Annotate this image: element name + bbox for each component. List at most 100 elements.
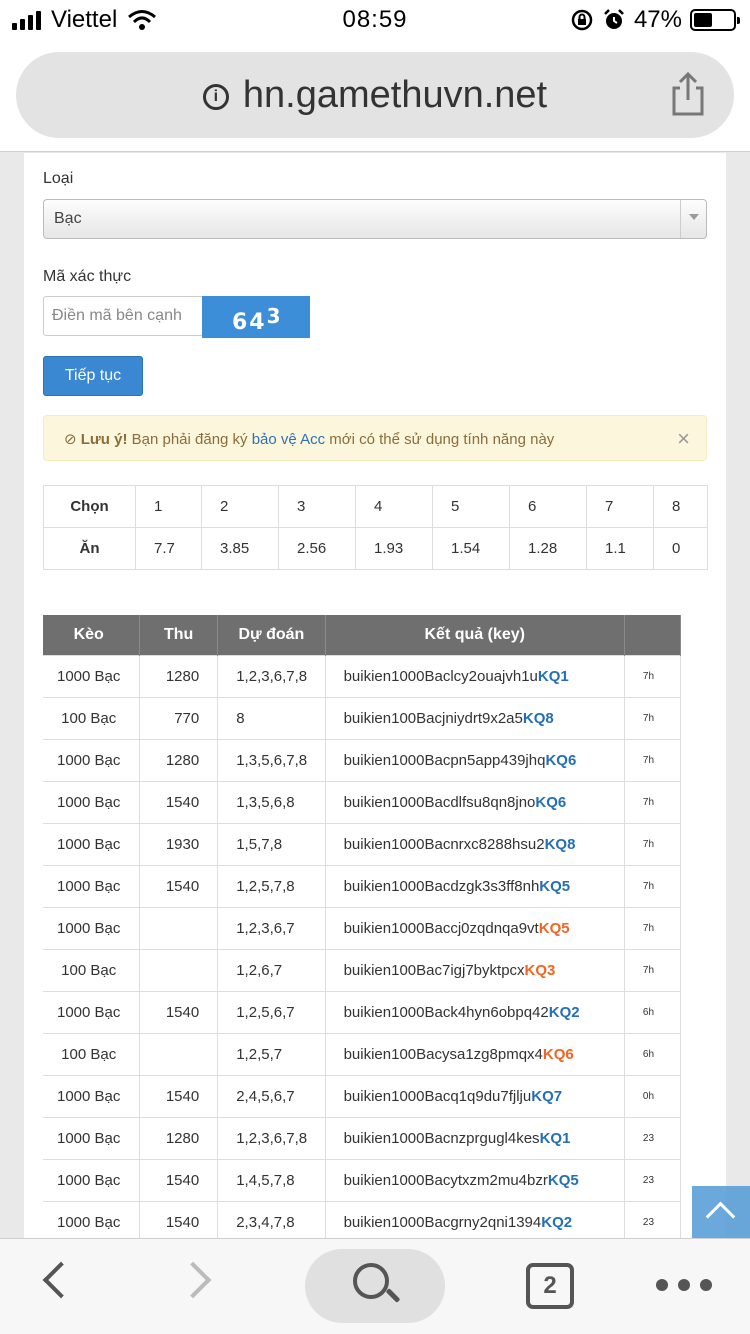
odds-choice[interactable]: 2 <box>201 485 279 528</box>
odds-choice[interactable]: 1 <box>135 485 202 528</box>
odds-row-choose: Chọn 1 2 3 4 5 6 7 8 <box>43 485 708 528</box>
cell-ket-qua: buikien100Bacjniydrt9x2a5KQ8 <box>324 696 625 740</box>
cell-time: 0h <box>623 1074 682 1118</box>
cell-ket-qua: buikien100Bac7igj7byktpcxKQ3 <box>324 948 625 992</box>
result-kq: KQ2 <box>548 1003 580 1021</box>
history-row: 51000 Bạc12801,2,3,6,7,8buikien1000Bacnz… <box>43 1116 682 1160</box>
alert-text-2: mới có thể sử dụng tính năng này <box>325 431 555 448</box>
history-row: 3100 Bạc1,2,6,7buikien100Bac7igj7byktpcx… <box>43 948 682 992</box>
cell-thu: 1540 <box>139 990 219 1034</box>
history-row: 2100 Bạc7708buikien100Bacjniydrt9x2a5KQ8… <box>43 696 682 740</box>
cell-du-doan: 1,2,5,7 <box>217 1032 326 1076</box>
col-time <box>624 615 682 655</box>
odds-choice[interactable]: 3 <box>278 485 356 528</box>
result-key: buikien1000Bacdzgk3s3ff8nh <box>343 877 540 895</box>
close-icon[interactable]: × <box>677 426 690 452</box>
type-select[interactable]: Bạc <box>43 199 707 239</box>
cell-ket-qua: buikien1000Bacq1q9du7fjljuKQ7 <box>324 1074 625 1118</box>
chevron-down-icon <box>680 200 706 238</box>
cell-keo: 100 Bạc <box>43 948 141 992</box>
result-key: buikien1000Bacytxzm2mu4bzr <box>343 1171 548 1189</box>
result-key: buikien100Bac7igj7byktpcx <box>343 961 525 979</box>
history-row: 5100 Bạc1,2,5,7buikien100Bacysa1zg8pmqx4… <box>43 1032 682 1076</box>
captcha-label: Mã xác thực <box>43 268 132 285</box>
cell-ket-qua: buikien1000Back4hyn6obpq42KQ2 <box>324 990 625 1034</box>
protect-acc-link[interactable]: bảo vệ Acc <box>252 431 325 448</box>
odds-choice[interactable]: 8 <box>653 485 708 528</box>
captcha-code: 64 <box>232 310 267 335</box>
odds-table: Chọn 1 2 3 4 5 6 7 8 Ăn 7.7 3.85 2.56 1.… <box>43 485 708 570</box>
captcha-input[interactable] <box>43 296 203 336</box>
cell-keo: 1000 Bạc <box>43 1158 141 1202</box>
result-key: buikien100Bacysa1zg8pmqx4 <box>343 1045 543 1063</box>
cell-ket-qua: buikien1000Bacnrxc8288hsu2KQ8 <box>324 822 625 866</box>
more-icon[interactable] <box>656 1279 712 1291</box>
odds-payout: 1.28 <box>509 527 587 570</box>
tabs-button[interactable]: 2 <box>526 1263 574 1309</box>
cell-thu: 1540 <box>139 1158 219 1202</box>
cell-keo: 1000 Bạc <box>43 1116 141 1160</box>
address-bar[interactable]: i hn.gamethuvn.net <box>16 52 734 138</box>
cell-keo: 1000 Bạc <box>43 822 141 866</box>
cell-thu: 770 <box>139 696 219 740</box>
cell-du-doan: 2,4,5,6,7 <box>217 1074 326 1118</box>
orientation-lock-icon <box>571 9 593 31</box>
history-row: 31000 Bạc15401,3,5,6,8buikien1000Bacdlfs… <box>43 780 682 824</box>
result-kq: KQ7 <box>531 1087 563 1105</box>
cell-keo: 1000 Bạc <box>43 738 141 782</box>
result-kq: KQ1 <box>537 667 569 685</box>
back-icon[interactable] <box>42 1261 80 1299</box>
odds-payout: 2.56 <box>278 527 356 570</box>
cell-keo: 1000 Bạc <box>43 654 141 698</box>
odds-choice[interactable]: 5 <box>432 485 510 528</box>
search-icon-handle <box>385 1288 401 1303</box>
cell-ket-qua: buikien1000Bacytxzm2mu4bzrKQ5 <box>324 1158 625 1202</box>
status-right: 47% <box>570 6 740 34</box>
cell-time: 23 <box>623 1158 682 1202</box>
odds-choice[interactable]: 6 <box>509 485 587 528</box>
result-key: buikien1000Back4hyn6obpq42 <box>343 1003 549 1021</box>
col-thu: Thu <box>139 615 219 655</box>
cell-time: 7h <box>623 780 682 824</box>
history-row: 71000 Bạc12801,2,3,6,7,8buikien1000Baclc… <box>43 654 682 698</box>
warning-alert: ⊘ Lưu ý! Bạn phải đăng ký bảo vệ Acc mới… <box>43 415 707 461</box>
history-header: Kèo Thu Dự đoán Kết quả (key) <box>43 615 682 655</box>
cell-keo: 1000 Bạc <box>43 906 141 950</box>
cell-time: 7h <box>623 738 682 782</box>
col-keo: Kèo <box>43 615 141 655</box>
url-display[interactable]: i hn.gamethuvn.net <box>16 74 734 117</box>
scroll-to-top-button[interactable] <box>692 1186 750 1238</box>
cell-ket-qua: buikien1000Baccj0zqdnqa9vtKQ5 <box>324 906 625 950</box>
odds-row-payout: Ăn 7.7 3.85 2.56 1.93 1.54 1.28 1.1 0 <box>43 527 708 570</box>
result-kq: KQ3 <box>524 961 556 979</box>
odds-payout: 7.7 <box>135 527 202 570</box>
forward-icon[interactable] <box>174 1261 212 1299</box>
cell-thu: 1540 <box>139 780 219 824</box>
history-row: 11000 Bạc15401,2,5,7,8buikien1000Bacdzgk… <box>43 864 682 908</box>
info-icon[interactable]: i <box>202 84 229 110</box>
share-icon[interactable] <box>668 72 708 116</box>
cell-du-doan: 1,3,5,6,8 <box>217 780 326 824</box>
cell-thu <box>139 948 219 992</box>
cell-thu: 1540 <box>139 1074 219 1118</box>
odds-choice[interactable]: 4 <box>355 485 433 528</box>
alarm-icon <box>604 9 624 29</box>
history-row: 41000 Bạc15401,4,5,7,8buikien1000Bacytxz… <box>43 1158 682 1202</box>
continue-button[interactable]: Tiếp tục <box>43 356 143 396</box>
search-button[interactable] <box>305 1249 445 1323</box>
cell-keo: 1000 Bạc <box>43 1200 141 1238</box>
cell-time: 7h <box>623 864 682 908</box>
cell-ket-qua: buikien1000Bacdzgk3s3ff8nhKQ5 <box>324 864 625 908</box>
cell-keo: 1000 Bạc <box>43 1074 141 1118</box>
cell-time: 7h <box>623 948 682 992</box>
cell-du-doan: 1,2,3,6,7,8 <box>217 1116 326 1160</box>
result-kq: KQ2 <box>541 1213 573 1231</box>
odds-win-label: Ăn <box>43 527 136 570</box>
result-key: buikien1000Bacq1q9du7fjlju <box>343 1087 532 1105</box>
cell-ket-qua: buikien1000Bacgrny2qni1394KQ2 <box>324 1200 625 1238</box>
history-table-scroll[interactable]: Kèo Thu Dự đoán Kết quả (key) 71000 Bạc1… <box>43 615 707 1238</box>
url-text: hn.gamethuvn.net <box>242 74 548 116</box>
result-key: buikien1000Bacpn5app439jhq <box>343 751 546 769</box>
odds-choice[interactable]: 7 <box>586 485 654 528</box>
cell-ket-qua: buikien1000Bacpn5app439jhqKQ6 <box>324 738 625 782</box>
